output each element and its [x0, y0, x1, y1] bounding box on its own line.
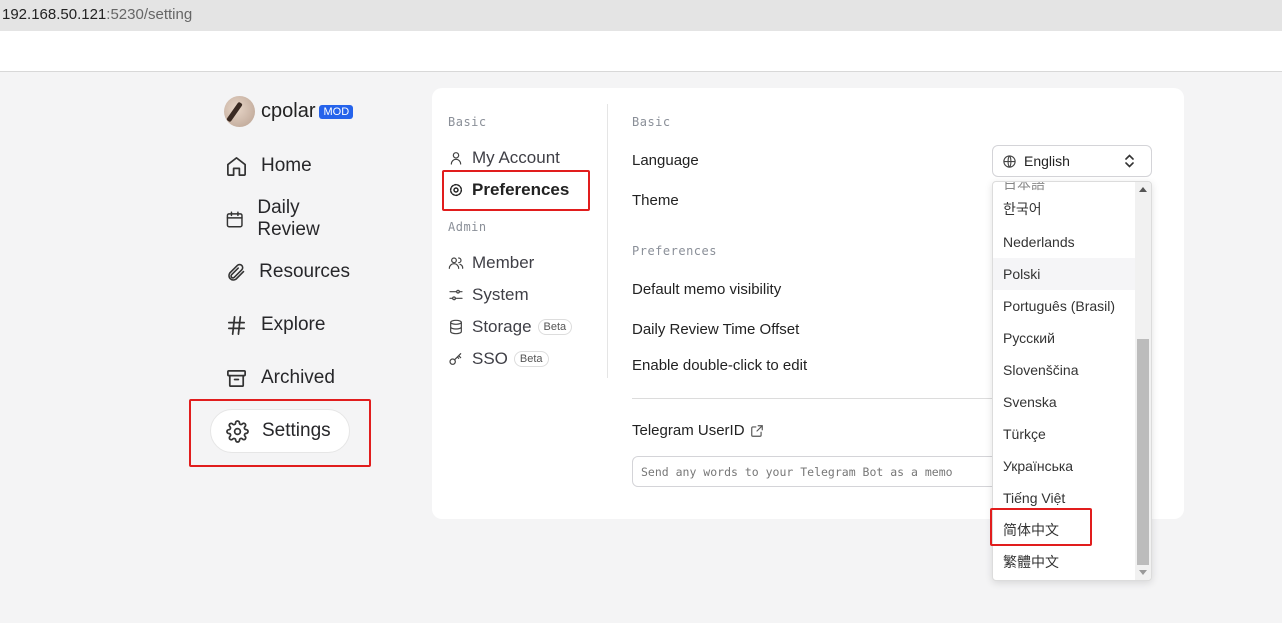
telegram-label: Telegram UserID — [632, 422, 764, 439]
scrollbar-thumb[interactable] — [1137, 339, 1149, 565]
sidebar-basic-heading: Basic — [448, 115, 487, 129]
browser-toolbar — [0, 31, 1282, 72]
sidebar-item-system-label: System — [472, 285, 529, 304]
default-visibility-label: Default memo visibility — [632, 281, 782, 298]
sidebar-divider — [607, 104, 608, 378]
sidebar-item-member-label: Member — [472, 253, 535, 272]
language-label: Language — [632, 152, 699, 169]
user-header[interactable]: cpolar MOD — [224, 96, 354, 127]
scroll-up-arrow-icon[interactable] — [1139, 187, 1147, 192]
browser-address-bar[interactable]: 192.168.50.121:5230/setting — [0, 0, 1282, 31]
nav-explore-label: Explore — [261, 314, 326, 335]
dropdown-scrollbar[interactable] — [1135, 182, 1151, 580]
external-link-icon[interactable] — [750, 424, 764, 438]
paperclip-icon — [228, 263, 245, 281]
language-option-russian[interactable]: Русский — [993, 322, 1137, 354]
highlight-box-preferences — [442, 170, 590, 211]
highlight-box-simplified-chinese — [990, 508, 1092, 546]
sidebar-item-storage[interactable]: Storage Beta — [448, 317, 573, 337]
nav-home[interactable]: Home — [210, 144, 350, 188]
nav-resources-label: Resources — [259, 261, 350, 282]
avatar[interactable] — [224, 96, 255, 127]
chevron-up-down-icon — [1125, 154, 1134, 168]
language-option-ukrainian[interactable]: Українська — [993, 450, 1137, 482]
url-path: :5230/setting — [106, 6, 193, 23]
sidebar-admin-heading: Admin — [448, 220, 487, 234]
sliders-icon — [449, 289, 463, 301]
nav-archived-label: Archived — [261, 367, 335, 388]
nav-daily-review[interactable]: Daily Review — [210, 197, 350, 241]
language-option-portuguese[interactable]: Português (Brasil) — [993, 290, 1137, 322]
nav-daily-review-label: Daily Review — [257, 197, 320, 240]
scroll-down-arrow-icon[interactable] — [1139, 570, 1147, 575]
url-text[interactable]: 192.168.50.121:5230/setting — [2, 6, 192, 23]
language-option-korean[interactable]: 한국어 — [993, 193, 1137, 225]
archive-icon — [227, 369, 246, 387]
globe-icon — [1003, 154, 1016, 168]
sidebar-item-my-account[interactable]: My Account — [448, 148, 560, 168]
key-icon — [449, 353, 462, 365]
theme-label: Theme — [632, 192, 679, 209]
language-option-traditional-chinese[interactable]: 繁體中文 — [993, 546, 1137, 578]
home-icon — [227, 156, 246, 176]
username: cpolar — [261, 100, 316, 122]
highlight-box-settings — [189, 399, 371, 467]
calendar-icon — [226, 211, 243, 227]
nav-explore[interactable]: Explore — [210, 303, 350, 347]
basic-heading: Basic — [632, 115, 671, 129]
nav-archived[interactable]: Archived — [210, 356, 350, 400]
sidebar-item-my-account-label: My Account — [472, 148, 560, 167]
user-icon — [450, 152, 462, 165]
sidebar-item-member[interactable]: Member — [448, 253, 534, 273]
preferences-heading: Preferences — [632, 244, 717, 258]
language-option-dutch[interactable]: Nederlands — [993, 226, 1137, 258]
language-select[interactable]: English — [992, 145, 1152, 177]
language-option-swedish[interactable]: Svenska — [993, 386, 1137, 418]
daily-review-offset-label: Daily Review Time Offset — [632, 321, 800, 338]
language-option-polish[interactable]: Polski — [993, 258, 1137, 290]
language-option-turkish[interactable]: Türkçe — [993, 418, 1137, 450]
language-option-slovenian[interactable]: Slovenščina — [993, 354, 1137, 386]
telegram-label-text: Telegram UserID — [632, 422, 745, 439]
nav-resources[interactable]: Resources — [210, 250, 350, 294]
role-badge: MOD — [319, 104, 354, 119]
double-click-label: Enable double-click to edit — [632, 357, 808, 374]
sidebar-item-storage-label: Storage — [472, 317, 532, 336]
language-select-value: English — [1024, 153, 1070, 169]
sidebar-item-sso[interactable]: SSO Beta — [448, 349, 549, 369]
sidebar-item-sso-label: SSO — [472, 349, 508, 368]
nav-home-label: Home — [261, 155, 312, 176]
sidebar-item-system[interactable]: System — [448, 285, 529, 305]
url-host: 192.168.50.121 — [2, 6, 107, 23]
beta-badge: Beta — [537, 319, 573, 335]
beta-badge: Beta — [513, 351, 549, 367]
database-icon — [450, 319, 462, 335]
users-icon — [448, 257, 464, 269]
hash-icon — [227, 315, 246, 335]
